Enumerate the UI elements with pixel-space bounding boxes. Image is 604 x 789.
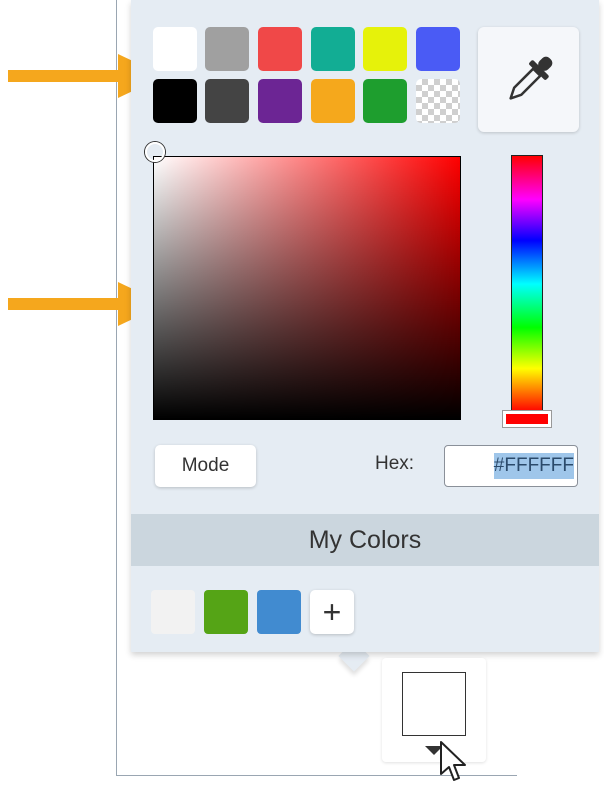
my-color-swatch-green[interactable] [204,590,248,634]
hex-value-selected: #FFFFFF [493,453,574,479]
my-colors-header: My Colors [131,514,599,566]
picker-handle[interactable] [145,142,165,162]
swatch-yellow[interactable] [363,27,407,71]
swatch-teal[interactable] [311,27,355,71]
eyedropper-button[interactable] [478,27,579,132]
hex-input[interactable]: #FFFFFF [444,445,578,487]
my-color-swatch-blue[interactable] [257,590,301,634]
hue-slider[interactable] [511,155,543,413]
mode-button[interactable]: Mode [155,445,256,487]
swatch-transparent[interactable] [416,79,460,123]
swatch-dark-gray[interactable] [205,79,249,123]
hue-slider-handle[interactable] [503,411,551,427]
my-color-swatch-off-white[interactable] [151,590,195,634]
swatch-green[interactable] [363,79,407,123]
swatch-red[interactable] [258,27,302,71]
swatch-black[interactable] [153,79,197,123]
add-color-button[interactable]: + [310,590,354,634]
swatch-white[interactable] [153,27,197,71]
swatch-blue[interactable] [416,27,460,71]
eyedropper-icon [508,56,552,100]
swatch-purple[interactable] [258,79,302,123]
current-color-swatch [402,672,466,736]
mouse-cursor-icon [440,741,466,781]
saturation-value-picker[interactable] [153,156,461,420]
hex-label: Hex: [375,453,415,474]
swatch-gray[interactable] [205,27,249,71]
swatch-orange[interactable] [311,79,355,123]
